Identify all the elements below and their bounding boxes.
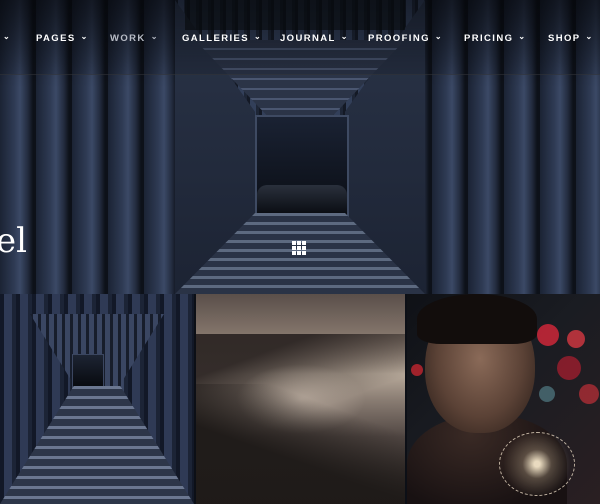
- nav-item-pages[interactable]: PAGES ⌄: [36, 31, 89, 45]
- nav-item-work[interactable]: WORK ⌄: [110, 31, 159, 45]
- gallery-tile-mountains[interactable]: [196, 294, 405, 504]
- corridor-end: [255, 115, 349, 217]
- bokeh-light: [579, 384, 599, 404]
- gallery-tile-corridor[interactable]: [0, 294, 194, 504]
- nav-item-galleries[interactable]: GALLERIES ⌄: [182, 31, 262, 45]
- chevron-down-icon: ⌄: [3, 32, 12, 41]
- nav-item-label: JOURNAL: [280, 32, 336, 44]
- nav-item-label: PROOFING: [368, 32, 430, 44]
- gallery-grid: [0, 294, 600, 504]
- nav-item-label: WORK: [110, 32, 146, 44]
- chevron-down-icon: ⌄: [585, 32, 594, 41]
- chevron-down-icon: ⌄: [150, 32, 159, 41]
- mountain-ridge: [196, 384, 405, 504]
- corridor-end: [72, 354, 104, 390]
- main-nav: ⌄ PAGES ⌄ WORK ⌄ GALLERIES ⌄ JOURNAL ⌄ P…: [0, 0, 600, 74]
- nav-item-truncated[interactable]: ⌄: [0, 31, 11, 45]
- chevron-down-icon: ⌄: [518, 32, 527, 41]
- bokeh-light: [539, 386, 555, 402]
- chevron-down-icon: ⌄: [253, 32, 263, 41]
- nav-item-proofing[interactable]: PROOFING ⌄: [368, 31, 443, 45]
- nav-item-pricing[interactable]: PRICING ⌄: [464, 31, 527, 45]
- portrait-hair: [417, 294, 537, 344]
- grid-icon[interactable]: [292, 241, 306, 255]
- bokeh-light: [411, 364, 423, 376]
- bokeh-light: [567, 330, 585, 348]
- chevron-down-icon: ⌄: [340, 32, 349, 41]
- car-silhouette: [257, 185, 347, 213]
- nav-item-label: SHOP: [548, 32, 581, 44]
- nav-item-journal[interactable]: JOURNAL ⌄: [280, 31, 349, 45]
- string-lights: [499, 432, 575, 496]
- bokeh-light: [537, 324, 559, 346]
- nav-item-label: GALLERIES: [182, 32, 249, 44]
- nav-item-label: PAGES: [36, 32, 76, 44]
- corridor-floor: [0, 386, 194, 504]
- nav-item-label: PRICING: [464, 32, 514, 44]
- chevron-down-icon: ⌄: [80, 32, 89, 41]
- bokeh-light: [557, 356, 581, 380]
- gallery-tile-portrait[interactable]: [407, 294, 600, 504]
- hero-title: el: [0, 221, 27, 261]
- hero-banner: ⌄ PAGES ⌄ WORK ⌄ GALLERIES ⌄ JOURNAL ⌄ P…: [0, 0, 600, 294]
- nav-item-shop[interactable]: SHOP ⌄: [548, 31, 594, 45]
- chevron-down-icon: ⌄: [434, 32, 443, 41]
